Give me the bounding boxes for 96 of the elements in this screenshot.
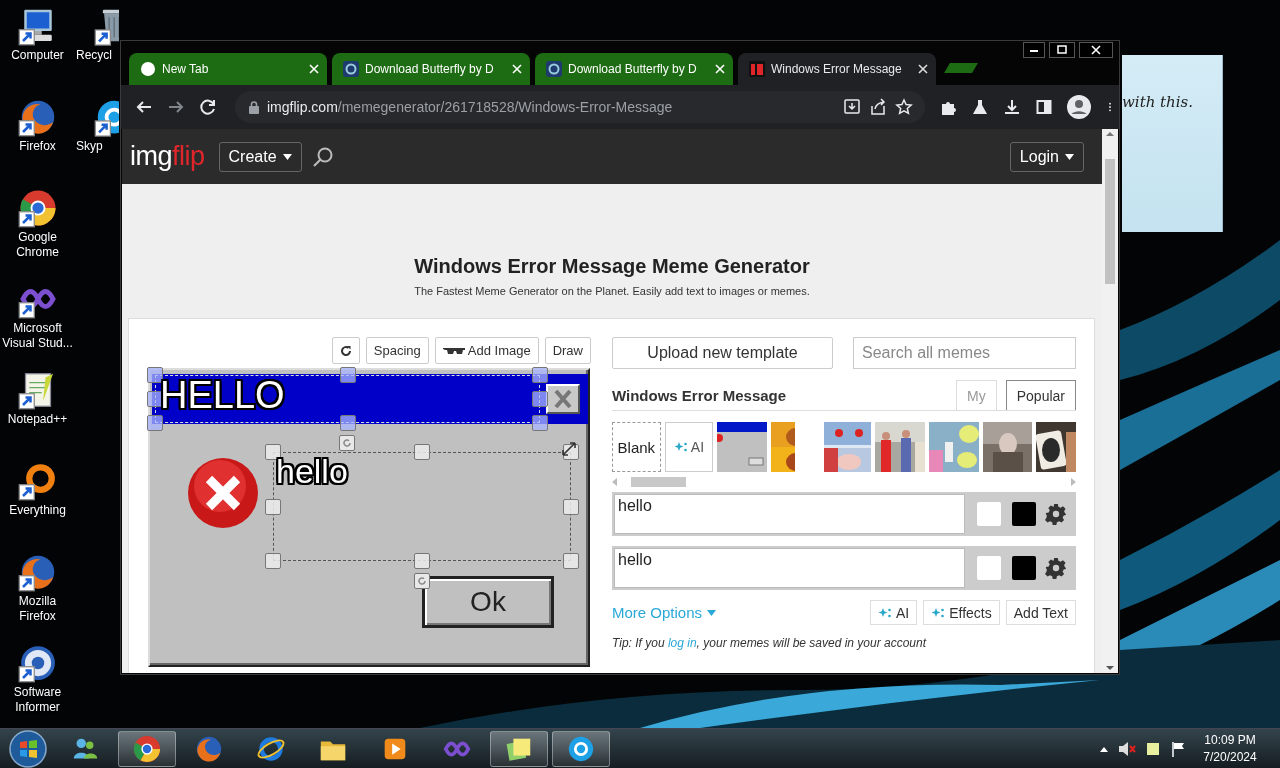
page-subtitle: The Fastest Meme Generator on the Planet. Easily add text to images or memes. [413,285,811,297]
sparkle-icon [673,441,688,453]
desktop-icon-label[interactable]: Firefox [19,139,56,154]
resize-arrow-icon[interactable] [560,440,578,458]
side-panel-icon[interactable] [1035,98,1053,116]
desktop-icon-label[interactable]: Google Chrome [0,230,75,260]
taskbar-button[interactable] [490,731,548,767]
add-text-button[interactable]: Add Text [1005,600,1076,625]
new-tab-button[interactable] [944,63,978,73]
url-text: imgflip.com/memegenerator/261718528/Windows-Error-Message [267,99,674,115]
address-bar[interactable]: imgflip.com/memegenerator/261718528/Windows-Error-Message [235,91,925,123]
ring-icon[interactable] [17,461,58,501]
desktop-icon-label[interactable]: Skyp [76,139,103,154]
rotate-button[interactable] [331,337,360,364]
share-icon[interactable] [869,98,887,116]
browser-tab[interactable]: Download Butterfly by D [332,53,530,85]
taskbar-button[interactable] [552,731,610,767]
settings-icon[interactable] [1045,503,1067,525]
caret-icon [282,153,292,160]
glasses-icon [442,346,465,355]
desktop-icon-label[interactable]: Computer [11,48,64,63]
scrollbar[interactable] [1102,129,1118,673]
close-button[interactable] [1079,42,1113,58]
scroll-thumb[interactable] [1105,158,1115,284]
ring-icon[interactable] [566,734,596,764]
minimize-button[interactable] [1023,42,1045,58]
search-icon[interactable] [311,145,334,168]
template-name: Windows Error Message [612,387,788,406]
text-selection-box[interactable] [147,367,548,431]
disc-icon[interactable] [17,643,58,683]
note-icon[interactable] [1146,742,1160,756]
blank-template[interactable]: Blank [612,422,661,472]
site-logo[interactable]: imgflip [130,141,205,172]
caret-icon [1065,153,1074,160]
tip-text: Tip: If you log in, your memes will be saved in your account [612,636,928,650]
install-icon[interactable] [843,98,861,116]
ai-button[interactable]: Effects [923,600,1000,625]
orbit-icon[interactable] [256,734,286,764]
chat-bubble-icon [140,61,156,77]
note-text: with this. [1122,93,1194,111]
desktop-icon-label[interactable]: Notepad++ [7,412,68,427]
avatar-icon[interactable] [1067,95,1091,119]
desktop-icon-label[interactable]: Mozilla Firefox [0,594,75,624]
sparkle-icon [931,606,946,619]
color-swatch[interactable] [977,502,1001,526]
text-field[interactable]: hello [614,494,965,534]
image-logo-icon [749,61,765,77]
muted-speaker-icon[interactable] [1118,741,1136,757]
scroll-down-icon[interactable] [1106,663,1114,673]
download-icon[interactable] [1003,98,1021,116]
page-title: Windows Error Message Meme Generator [413,255,811,278]
template-tab[interactable]: Popular [1005,380,1076,410]
target-icon [343,61,359,77]
login-button[interactable]: Login [1009,141,1084,172]
sparkle-icon [878,606,892,619]
flask-icon[interactable] [971,98,989,116]
scroll-up-icon[interactable] [1106,129,1114,139]
lock-icon [249,100,259,114]
desktop-icon-label[interactable]: Recycl [76,48,112,63]
maximize-button[interactable] [1049,42,1075,58]
taskbar-button[interactable] [118,731,176,767]
rotate-handle[interactable] [339,435,355,451]
toolbar-button[interactable]: Draw [544,337,591,364]
scroll-thumb[interactable] [631,477,686,487]
text-selection-box[interactable] [265,444,579,569]
browser-tab[interactable]: New Tab [129,53,327,85]
color-swatch[interactable] [1012,502,1036,526]
create-menu-button[interactable]: Create [218,141,302,172]
rotate-handle[interactable] [414,573,430,589]
close-icon[interactable] [918,64,928,74]
color-swatch[interactable] [977,556,1001,580]
ai-button[interactable]: AI [870,600,918,625]
ai-template-button[interactable]: AI [664,422,714,472]
start-button[interactable] [9,730,47,768]
reload-icon[interactable] [199,98,217,116]
search-field[interactable]: Search all memes [853,337,1076,369]
desktop-icon-label[interactable]: Everything [9,503,66,518]
browser-tab[interactable]: Windows Error Message [738,53,936,85]
flag-icon[interactable] [1170,741,1186,757]
caret-icon [707,609,717,616]
browser-tab[interactable]: Download Butterfly by D [535,53,733,85]
settings-icon[interactable] [1045,557,1067,579]
add-image-button[interactable]: Add Image [434,337,539,364]
show-hidden-icons[interactable] [1100,746,1108,752]
color-swatch[interactable] [1012,556,1036,580]
target-icon [546,61,562,77]
star-icon[interactable] [895,98,913,116]
desktop-icon-label[interactable]: Microsoft Visual Stud... [0,321,75,351]
color-wheel-icon[interactable] [132,734,162,764]
rotate-icon [339,344,352,357]
color-wheel-icon[interactable] [17,188,58,228]
desktop-icon-label[interactable]: Software Informer [0,685,75,715]
upload-template-button[interactable]: Upload new template [612,337,833,369]
toolbar-button[interactable]: Spacing [365,337,429,364]
clock[interactable]: 10:09 PM 7/20/2024 [1200,732,1260,766]
text-field[interactable]: hello [614,548,965,588]
